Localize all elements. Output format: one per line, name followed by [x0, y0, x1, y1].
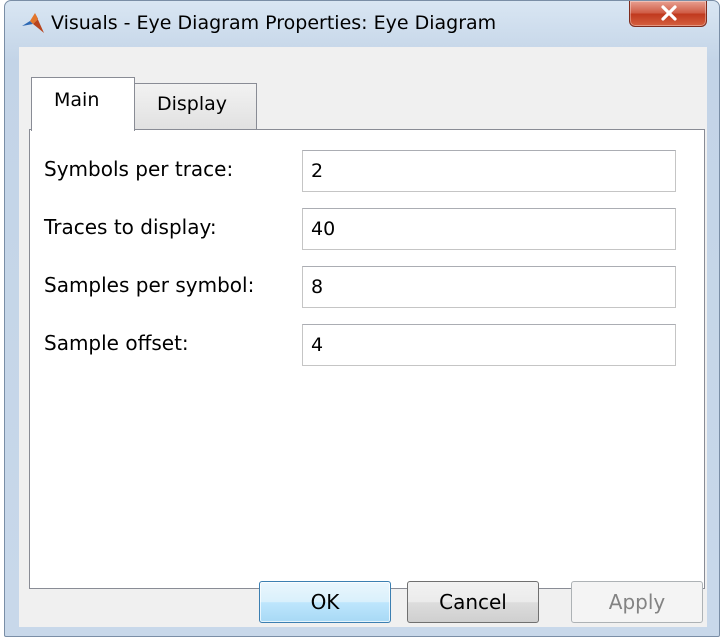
- apply-button[interactable]: Apply: [571, 581, 703, 623]
- dialog-window: Visuals - Eye Diagram Properties: Eye Di…: [4, 0, 720, 637]
- main-tab-panel: Symbols per trace: Traces to display: Sa…: [29, 129, 705, 589]
- tab-main-label: Main: [54, 89, 100, 111]
- close-button[interactable]: [629, 1, 707, 27]
- symbols-per-trace-input[interactable]: [302, 150, 676, 192]
- tab-display[interactable]: Display: [135, 83, 257, 129]
- traces-to-display-input[interactable]: [302, 208, 676, 250]
- cancel-button[interactable]: Cancel: [407, 581, 539, 623]
- samples-per-symbol-label: Samples per symbol:: [44, 273, 255, 297]
- tab-main[interactable]: Main: [31, 77, 135, 131]
- properties-group: Symbols per trace: Traces to display: Sa…: [30, 130, 704, 588]
- dialog-client-area: Main Display Symbols per trace: Traces t…: [19, 47, 707, 627]
- matlab-logo-icon: [21, 11, 45, 35]
- traces-to-display-label: Traces to display:: [44, 215, 217, 239]
- window-title: Visuals - Eye Diagram Properties: Eye Di…: [51, 12, 497, 34]
- sample-offset-label: Sample offset:: [44, 331, 189, 355]
- tab-display-label: Display: [157, 93, 228, 115]
- ok-button[interactable]: OK: [259, 581, 391, 623]
- sample-offset-input[interactable]: [302, 324, 676, 366]
- symbols-per-trace-label: Symbols per trace:: [44, 157, 234, 181]
- close-icon: [661, 5, 677, 21]
- title-bar[interactable]: Visuals - Eye Diagram Properties: Eye Di…: [5, 1, 719, 41]
- samples-per-symbol-input[interactable]: [302, 266, 676, 308]
